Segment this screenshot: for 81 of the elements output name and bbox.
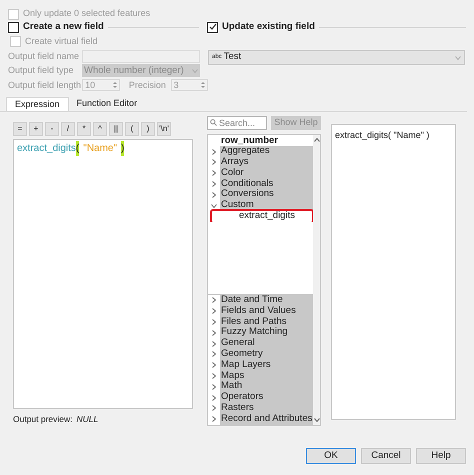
bracket-token: (: [76, 140, 80, 156]
scrollbar[interactable]: [313, 134, 320, 424]
chevron-icon[interactable]: [211, 362, 217, 368]
chevron-icon[interactable]: [211, 181, 217, 188]
function-token: extract_digits: [17, 142, 76, 156]
operator-button[interactable]: =: [13, 122, 27, 136]
tree-item[interactable]: Rasters: [220, 402, 314, 414]
checkbox-label: Only update 0 selected features: [23, 7, 150, 20]
tree-item[interactable]: extract_digits: [212, 211, 312, 222]
input-field[interactable]: [82, 50, 200, 63]
chevron-icon[interactable]: [211, 405, 217, 412]
help-text: extract_digits( "Name" ): [335, 130, 430, 140]
operator-button[interactable]: '\n': [157, 122, 171, 136]
chevron-icon[interactable]: [211, 416, 217, 422]
bracket-token: ): [121, 140, 124, 156]
scroll-down-icon: [314, 418, 320, 422]
tree-item[interactable]: Conversions: [220, 189, 314, 200]
tree-item[interactable]: Maps: [220, 370, 314, 382]
operator-button[interactable]: ): [141, 122, 155, 136]
string-token: "Name": [83, 142, 118, 156]
chevron-icon[interactable]: [211, 170, 217, 176]
tab[interactable]: Expression: [6, 96, 69, 110]
chevron-icon[interactable]: [211, 372, 217, 379]
chevron-icon[interactable]: [211, 340, 217, 347]
field-label: Precision: [128, 78, 167, 92]
tree-item[interactable]: Color: [220, 168, 314, 179]
preview-value: NULL: [76, 412, 98, 426]
expression-editor[interactable]: extract_digits( "Name" ): [13, 138, 193, 408]
field-value: Test: [224, 50, 242, 64]
operator-button[interactable]: /: [61, 122, 75, 136]
spinner-icon: [112, 81, 116, 90]
dialog-button[interactable]: OK: [306, 448, 356, 464]
chevron-icon[interactable]: [211, 330, 217, 336]
tree-item[interactable]: Date and Time: [220, 294, 314, 306]
tree-item[interactable]: Geometry: [220, 348, 314, 360]
tree-item[interactable]: Arrays: [220, 157, 314, 168]
chevron-icon[interactable]: [211, 297, 217, 304]
tree-item[interactable]: Aggregates: [220, 146, 314, 158]
chevron-icon[interactable]: [211, 384, 217, 390]
field-label: Output field length: [8, 78, 82, 92]
operator-button[interactable]: (: [125, 122, 139, 136]
tree-item[interactable]: row_number: [220, 136, 280, 146]
tree-item[interactable]: Files and Paths: [220, 316, 314, 328]
chevron-icon[interactable]: [211, 318, 217, 325]
operator-button[interactable]: ||: [109, 122, 123, 136]
tree-item[interactable]: Operators: [220, 392, 314, 403]
check-icon: [208, 23, 216, 31]
chevron-icon[interactable]: [211, 351, 217, 358]
tree-item[interactable]: Math: [220, 381, 314, 392]
checkbox[interactable]: [207, 22, 218, 32]
search-icon: [210, 119, 217, 126]
field-value: 3: [174, 78, 180, 92]
tree-item[interactable]: General: [220, 338, 314, 349]
operator-button[interactable]: -: [45, 122, 59, 136]
chevron-icon[interactable]: [211, 159, 217, 166]
tree-item[interactable]: Fuzzy Matching: [220, 327, 314, 338]
dialog-button[interactable]: Cancel: [361, 448, 411, 464]
scroll-up-icon: [314, 138, 320, 142]
group-title: Update existing field: [222, 20, 315, 34]
field-value: 10: [85, 78, 96, 92]
checkbox[interactable]: [8, 22, 19, 32]
tree-item[interactable]: Conditionals: [220, 178, 314, 190]
tree-item[interactable]: Fields and Values: [220, 306, 314, 317]
chevron-icon[interactable]: [211, 308, 217, 314]
operator-button[interactable]: +: [29, 122, 43, 136]
field-label: Output field name: [8, 50, 80, 63]
tree-item[interactable]: Record and Attributes: [220, 414, 314, 424]
operator-button[interactable]: *: [77, 122, 91, 136]
operator-button[interactable]: ^: [93, 122, 107, 136]
tree-item[interactable]: Map Layers: [220, 360, 314, 371]
group-title: Create a new field: [23, 20, 104, 34]
dialog-button[interactable]: Help: [416, 448, 466, 464]
field-label: Output field type: [8, 64, 75, 77]
chevron-icon[interactable]: [211, 202, 217, 209]
chevron-icon[interactable]: [211, 148, 217, 155]
spinner-icon: [201, 81, 205, 90]
preview-label: Output preview:: [13, 412, 73, 426]
chevron-icon[interactable]: [211, 192, 217, 198]
checkbox-label: Create virtual field: [25, 34, 98, 48]
chevron-icon[interactable]: [211, 394, 217, 400]
search-field[interactable]: Search...: [207, 116, 267, 130]
